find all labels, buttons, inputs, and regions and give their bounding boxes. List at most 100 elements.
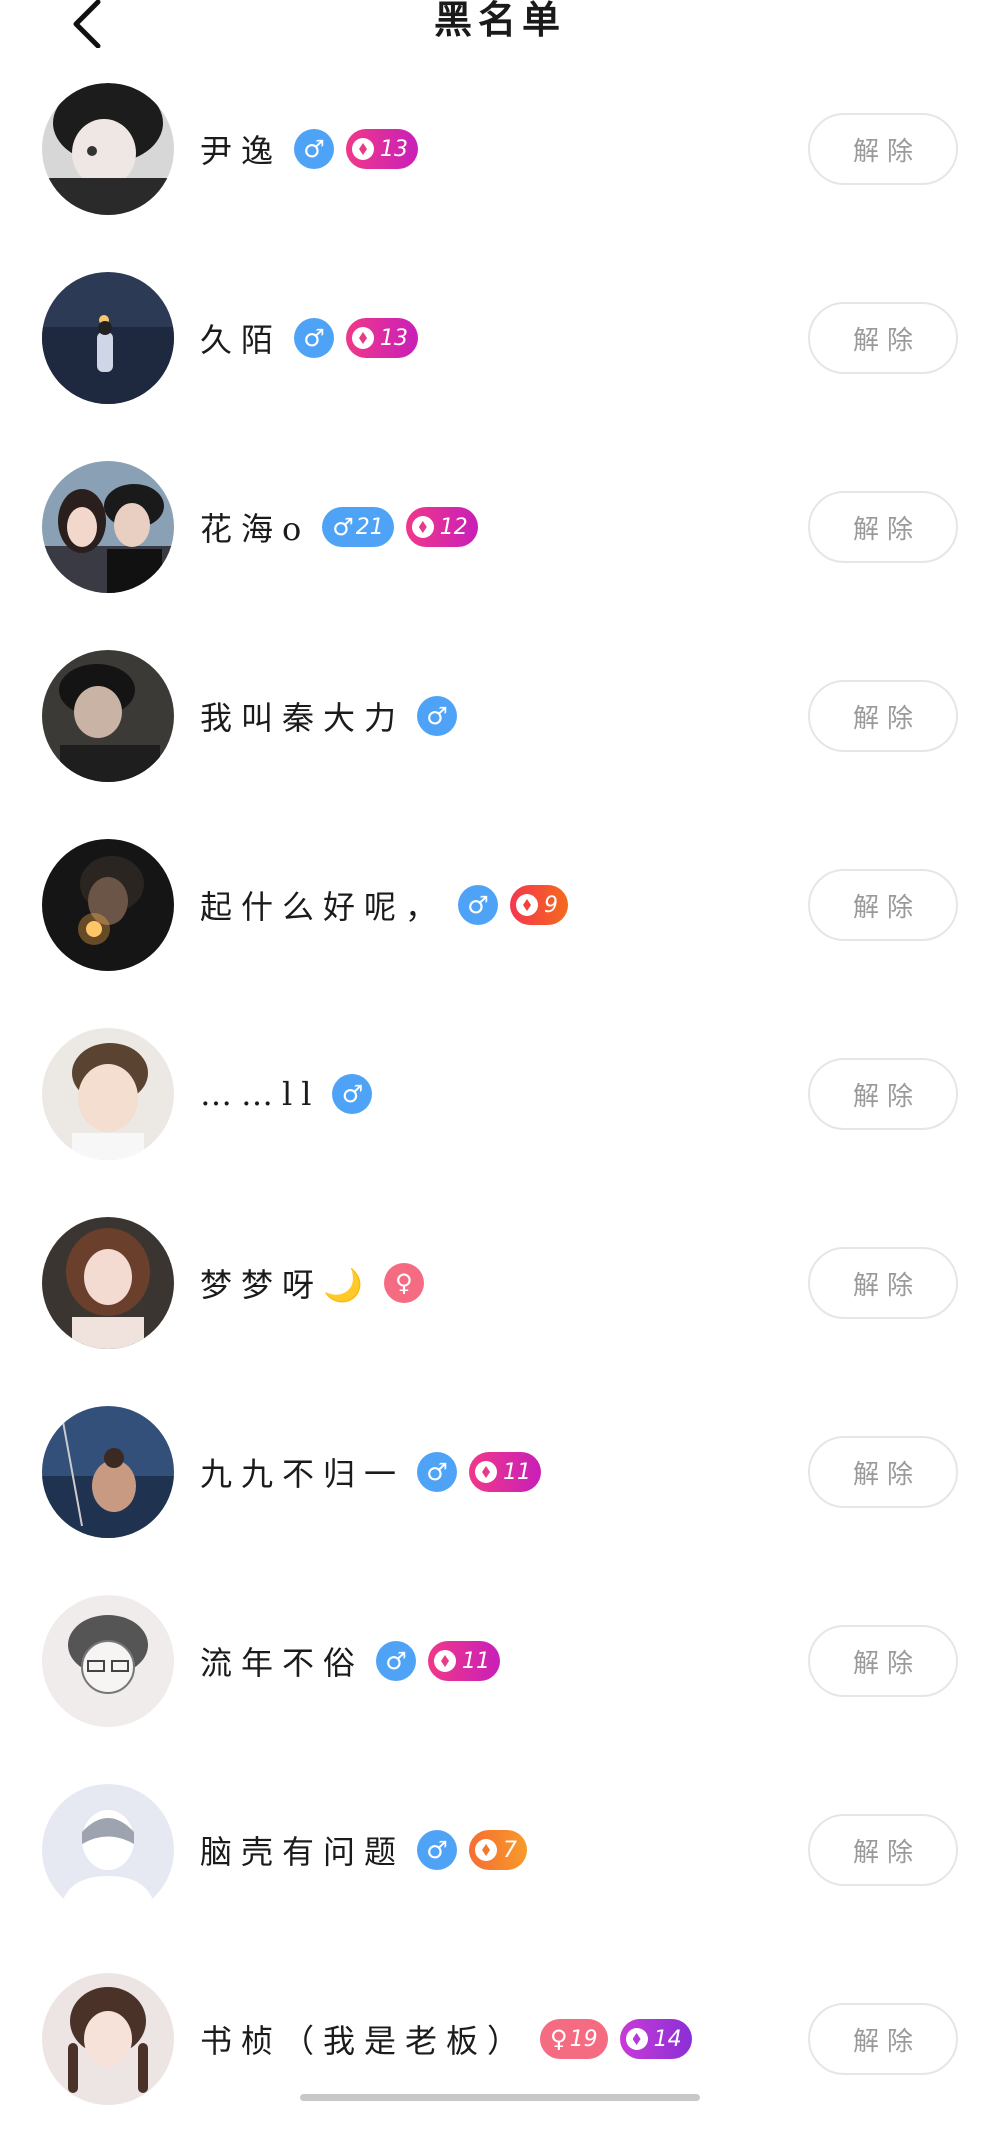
list-item[interactable]: 流年不俗 ♂ 11 解除 [0,1567,1000,1756]
user-info: 我叫秦大力 ♂ [200,693,458,739]
user-info: 书桢（我是老板） ♀ 19 14 [200,2017,692,2061]
unblock-button[interactable]: 解除 [808,113,958,185]
user-info: 流年不俗 ♂ 11 [200,1638,501,1684]
diamond-icon [352,327,375,349]
avatar[interactable] [42,1595,174,1727]
avatar[interactable] [42,839,174,971]
level-number: 12 [439,514,468,540]
unblock-button[interactable]: 解除 [808,1625,958,1697]
avatar[interactable] [42,272,174,404]
avatar[interactable] [42,83,174,215]
list-item[interactable]: 九九不归一 ♂ 11 解除 [0,1378,1000,1567]
level-number: 11 [503,1459,532,1485]
user-name[interactable]: 尹逸 [200,126,282,172]
gender-level: 19 [569,2026,598,2052]
level-badge: 11 [428,1641,501,1681]
male-icon: ♂ [426,1836,448,1864]
list-item[interactable]: 花海o ♂ 21 12 解除 [0,433,1000,622]
diamond-icon [475,1839,498,1861]
header-bar: 黑名单 [0,0,1000,60]
male-icon: ♂ [385,1647,407,1675]
list-item[interactable]: 脑壳有问题 ♂ 7 解除 [0,1756,1000,1945]
user-name[interactable]: 脑壳有问题 [200,1827,405,1873]
list-item[interactable]: 书桢（我是老板） ♀ 19 14 解除 [0,1945,1000,2134]
female-icon: ♀ [550,2025,568,2053]
female-badge: ♀ [383,1263,424,1303]
male-badge: ♂ [417,1830,458,1870]
avatar[interactable] [42,650,174,782]
user-name[interactable]: 九九不归一 [200,1449,405,1495]
unblock-button[interactable]: 解除 [808,1814,958,1886]
male-icon: ♂ [303,324,325,352]
level-badge: 12 [405,507,478,547]
home-indicator[interactable] [300,2094,700,2101]
level-badge: 13 [346,318,419,358]
female-badge: ♀ 19 [540,2019,608,2059]
unblock-button[interactable]: 解除 [808,680,958,752]
user-info: 梦梦呀🌙 ♀ [200,1261,424,1305]
diamond-icon [516,894,539,916]
male-icon: ♂ [303,135,325,163]
user-info: 九九不归一 ♂ 11 [200,1449,542,1495]
avatar[interactable] [42,461,174,593]
list-item[interactable]: 我叫秦大力 ♂ 解除 [0,622,1000,811]
avatar[interactable] [42,1028,174,1160]
level-number: 13 [380,136,409,162]
level-number: 7 [503,1837,518,1863]
user-info: 久陌 ♂ 13 [200,315,419,361]
user-info: 起什么好呢， ♂ 9 [200,882,569,928]
male-icon: ♂ [467,891,489,919]
list-item[interactable]: 梦梦呀🌙 ♀ 解除 [0,1189,1000,1378]
male-badge: ♂ [294,318,335,358]
female-icon: ♀ [395,1269,413,1297]
avatar[interactable] [42,1973,174,2105]
gender-level: 21 [355,514,384,540]
male-badge: ♂ [417,1452,458,1492]
user-name[interactable]: 流年不俗 [200,1638,364,1684]
level-number: 14 [653,2026,682,2052]
user-name[interactable]: 梦梦呀🌙 [200,1260,372,1306]
avatar[interactable] [42,1406,174,1538]
user-name[interactable]: 书桢（我是老板） [200,2016,528,2062]
male-icon: ♂ [426,702,448,730]
male-badge: ♂ [294,129,335,169]
user-name[interactable]: 花海o [200,504,310,550]
unblock-button[interactable]: 解除 [808,2003,958,2075]
level-badge: 13 [346,129,419,169]
diamond-icon [475,1461,498,1483]
male-badge: ♂ [417,696,458,736]
user-info: 脑壳有问题 ♂ 7 [200,1827,528,1873]
unblock-button[interactable]: 解除 [808,302,958,374]
diamond-icon [352,138,375,160]
list-item[interactable]: 起什么好呢， ♂ 9 解除 [0,811,1000,1000]
male-icon: ♂ [341,1080,364,1108]
avatar[interactable] [42,1217,174,1349]
male-badge: ♂ 21 [322,507,394,547]
list-item[interactable]: 久陌 ♂ 13 解除 [0,244,1000,433]
unblock-button[interactable]: 解除 [808,1247,958,1319]
list-item[interactable]: 尹逸 ♂ 13 解除 [0,55,1000,244]
avatar[interactable] [42,1784,174,1916]
unblock-button[interactable]: 解除 [808,869,958,941]
user-info: 尹逸 ♂ 13 [200,126,419,172]
level-badge: 7 [469,1830,528,1870]
list-item[interactable]: ……ll ♂ 解除 [0,1000,1000,1189]
unblock-button[interactable]: 解除 [808,491,958,563]
diamond-icon [625,2028,648,2050]
user-info: ……ll ♂ [200,1072,373,1116]
user-name[interactable]: 久陌 [200,315,282,361]
level-number: 13 [380,325,409,351]
level-badge: 11 [469,1452,542,1492]
male-badge: ♂ [458,885,499,925]
user-info: 花海o ♂ 21 12 [200,505,478,549]
male-icon: ♂ [332,513,354,541]
unblock-button[interactable]: 解除 [808,1436,958,1508]
level-number: 11 [462,1648,491,1674]
male-icon: ♂ [426,1458,448,1486]
user-name[interactable]: ……ll [200,1075,320,1113]
user-name[interactable]: 我叫秦大力 [200,693,405,739]
unblock-button[interactable]: 解除 [808,1058,958,1130]
diamond-icon [434,1650,457,1672]
diamond-icon [411,516,434,538]
user-name[interactable]: 起什么好呢， [200,882,446,928]
